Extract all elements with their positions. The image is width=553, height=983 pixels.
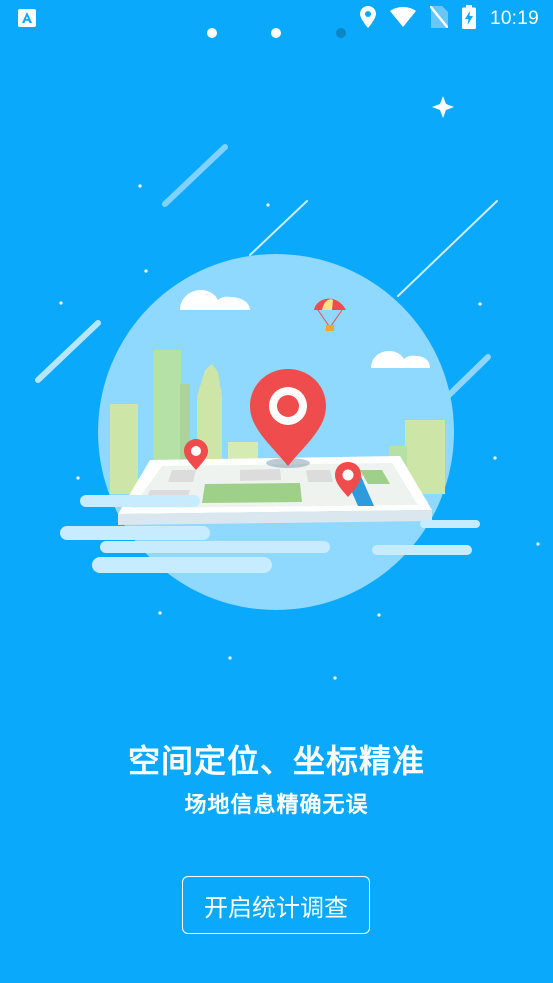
status-time: 10:19	[489, 8, 539, 29]
page-dot-3[interactable]	[336, 28, 346, 38]
map-location-illustration	[0, 80, 553, 700]
page-dot-2[interactable]	[271, 28, 281, 38]
start-survey-button[interactable]: 开启统计调查	[182, 876, 370, 934]
page-dot-1[interactable]	[207, 28, 217, 38]
subheadline: 场地信息精确无误	[184, 793, 369, 818]
page-indicator	[0, 28, 553, 40]
headline: 空间定位、坐标精准	[127, 742, 425, 780]
